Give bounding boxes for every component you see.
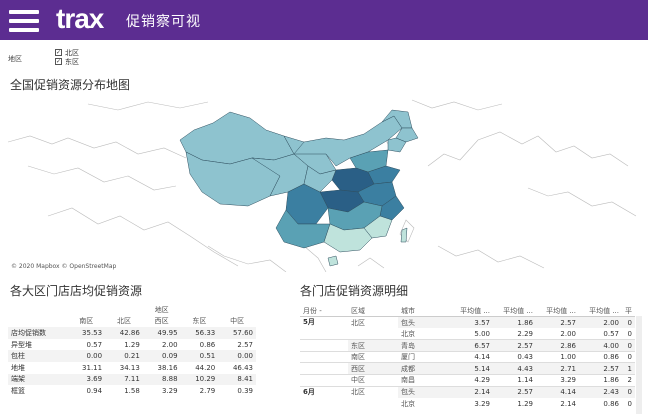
table-scrollbar[interactable] <box>636 316 642 414</box>
region-hainan <box>327 255 339 267</box>
col-header-avg[interactable]: 平均值 ... <box>536 305 579 318</box>
table-row[interactable]: 6月 北区 包头 2.14 2.57 4.14 2.43 0 <box>300 385 635 398</box>
table-row[interactable]: 东区 青岛 6.57 2.57 2.86 4.00 0 <box>300 339 635 352</box>
map-title: 全国促销资源分布地图 <box>10 78 131 92</box>
col-header[interactable]: 北区 <box>105 316 143 328</box>
region-table-title: 各大区门店店均促销资源 <box>10 284 143 298</box>
col-header-avg[interactable]: 平均值 ... <box>493 305 536 318</box>
china-provinces <box>179 109 419 267</box>
region-avg-table: 地区 南区 北区 西区 东区 中区 店均促销数 35.53 42.86 49.9… <box>8 304 256 397</box>
table-row[interactable]: 包柱 0.00 0.21 0.09 0.51 0.00 <box>8 350 256 362</box>
table-row[interactable]: 异型堆 0.57 1.29 2.00 0.86 2.57 <box>8 339 256 351</box>
map-attribution: © 2020 Mapbox © OpenStreetMap <box>11 263 117 270</box>
store-detail-table: 月份 - 区域 城市 平均值 ... 平均值 ... 平均值 ... 平均值 .… <box>300 305 635 409</box>
col-header-avg[interactable]: 平 <box>622 305 635 318</box>
col-header-avg[interactable]: 平均值 ... <box>450 305 493 318</box>
col-header-avg[interactable]: 平均值 ... <box>579 305 622 318</box>
trax-logo: trax <box>56 3 104 34</box>
col-header[interactable]: 中区 <box>218 316 256 328</box>
table-row[interactable]: 中区 南昌 4.29 1.14 3.29 1.86 2 <box>300 374 635 387</box>
checkbox-checked-icon[interactable]: ✓ <box>55 49 62 56</box>
table-row[interactable]: 北京 5.00 2.29 2.00 0.57 0 <box>300 328 635 340</box>
map-svg <box>8 99 637 272</box>
col-header[interactable]: 西区 <box>143 316 181 328</box>
table-row[interactable]: 南区 厦门 4.14 0.43 1.00 0.86 0 <box>300 350 635 363</box>
app-header: trax 促销察可视 <box>0 0 648 40</box>
col-header-region[interactable]: 区域 <box>348 305 398 318</box>
table-row[interactable]: 5月 北区 包头 3.57 1.86 2.57 2.00 0 <box>300 316 635 329</box>
col-header-city[interactable]: 城市 <box>398 305 450 318</box>
col-header-month[interactable]: 月份 - <box>300 305 348 318</box>
region-filter-label: 地区 <box>8 55 22 63</box>
col-header[interactable]: 南区 <box>67 316 105 328</box>
col-header[interactable]: 东区 <box>181 316 219 328</box>
app-title: 促销察可视 <box>126 14 201 30</box>
table-row[interactable]: 端架 3.69 7.11 8.88 10.29 8.41 <box>8 373 256 386</box>
filter-option-east[interactable]: ✓ 东区 <box>55 57 87 65</box>
region-filter-list[interactable]: ✓ 北区 ✓ 东区 <box>55 48 87 65</box>
region-taiwan <box>400 227 408 243</box>
menu-icon[interactable] <box>9 10 39 32</box>
table-row[interactable]: 店均促销数 35.53 42.86 49.95 56.33 57.60 <box>8 327 256 339</box>
table-row[interactable]: 北京 3.29 1.29 2.14 0.86 0 <box>300 398 635 410</box>
checkbox-checked-icon[interactable]: ✓ <box>55 58 62 65</box>
table-row[interactable]: 框篮 0.94 1.58 3.29 2.79 0.39 <box>8 385 256 397</box>
table-row[interactable]: 西区 成都 5.14 4.43 2.71 2.57 1 <box>300 362 635 375</box>
region-xinjiang <box>179 111 295 165</box>
region-dim-header: 地区 <box>154 305 169 314</box>
store-table-title: 各门店促销资源明细 <box>300 284 409 298</box>
china-map[interactable]: © 2020 Mapbox © OpenStreetMap <box>8 96 640 272</box>
table-row[interactable]: 地堆 31.11 34.13 38.16 44.20 46.43 <box>8 362 256 374</box>
